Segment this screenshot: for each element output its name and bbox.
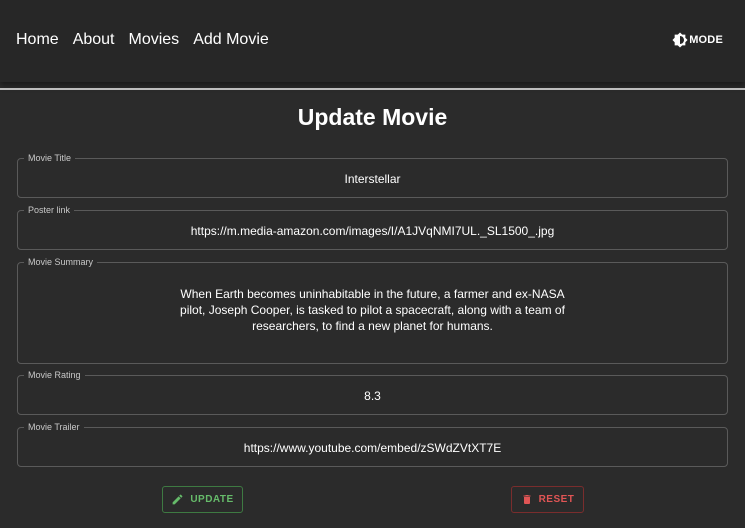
movie-rating-value[interactable]: 8.3 xyxy=(18,388,727,404)
page-title: Update Movie xyxy=(297,104,448,130)
nav-link-add-movie[interactable]: Add Movie xyxy=(193,31,269,49)
movie-title-field[interactable]: Movie Title Interstellar xyxy=(17,152,728,198)
update-button-label: UPDATE xyxy=(190,494,234,505)
reset-button-label: RESET xyxy=(538,494,575,505)
navbar: Home About Movies Add Movie MODE xyxy=(0,0,745,82)
movie-summary-label: Movie Summary xyxy=(24,256,98,268)
movie-rating-label: Movie Rating xyxy=(24,369,85,381)
poster-link-field[interactable]: Poster link https://m.media-amazon.com/i… xyxy=(17,204,728,250)
movie-trailer-value[interactable]: https://www.youtube.com/embed/zSWdZVtXT7… xyxy=(18,440,727,456)
mode-toggle-button[interactable]: MODE xyxy=(672,32,723,48)
contrast-icon xyxy=(672,32,688,48)
reset-button[interactable]: RESET xyxy=(511,486,584,513)
update-button[interactable]: UPDATE xyxy=(162,486,243,513)
trash-icon xyxy=(521,493,533,506)
movie-summary-value[interactable]: When Earth becomes uninhabitable in the … xyxy=(178,286,567,334)
mode-label: MODE xyxy=(689,34,723,46)
nav-link-about[interactable]: About xyxy=(73,31,115,49)
poster-link-value[interactable]: https://m.media-amazon.com/images/I/A1JV… xyxy=(18,223,727,239)
nav-links: Home About Movies Add Movie xyxy=(16,31,269,49)
nav-link-home[interactable]: Home xyxy=(16,31,59,49)
movie-title-value[interactable]: Interstellar xyxy=(18,171,727,187)
nav-link-movies[interactable]: Movies xyxy=(129,31,180,49)
pencil-icon xyxy=(171,493,184,506)
movie-summary-field[interactable]: Movie Summary When Earth becomes uninhab… xyxy=(17,256,728,364)
movie-trailer-field[interactable]: Movie Trailer https://www.youtube.com/em… xyxy=(17,421,728,467)
movie-trailer-label: Movie Trailer xyxy=(24,421,84,433)
header-divider xyxy=(0,88,745,90)
movie-rating-field[interactable]: Movie Rating 8.3 xyxy=(17,369,728,415)
poster-link-label: Poster link xyxy=(24,204,75,216)
movie-title-label: Movie Title xyxy=(24,152,76,164)
